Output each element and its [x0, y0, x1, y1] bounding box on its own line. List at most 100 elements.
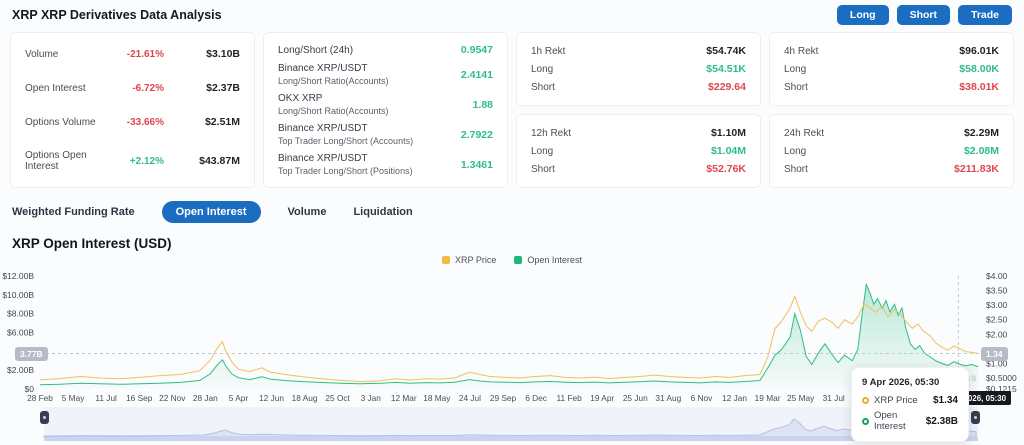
- rekt-card-12h: 12h Rekt $1.10M Long $1.04M Short $52.76K: [516, 114, 761, 188]
- rekt-short-label: Short: [784, 81, 808, 93]
- svg-text:$2.00B: $2.00B: [7, 365, 34, 375]
- rekt-short-value: $38.01K: [959, 81, 999, 93]
- svg-text:18 Aug: 18 Aug: [292, 393, 318, 403]
- legend-item-open-interest[interactable]: Open Interest: [514, 255, 582, 265]
- rekt-short-label: Short: [531, 163, 555, 175]
- rekt-total: $1.10M: [710, 127, 746, 139]
- header: XRP XRP Derivatives Data Analysis Long S…: [0, 0, 1024, 30]
- short-button[interactable]: Short: [896, 5, 950, 25]
- svg-text:12 Jan: 12 Jan: [722, 393, 747, 403]
- rekt-title: 12h Rekt: [531, 127, 572, 139]
- tab-open-interest[interactable]: Open Interest: [161, 201, 261, 223]
- tooltip-series-value: $1.34: [932, 395, 958, 406]
- ratio-sublabel: Long/Short Ratio(Accounts): [278, 106, 389, 116]
- svg-text:22 Nov: 22 Nov: [159, 393, 186, 403]
- svg-text:25 May: 25 May: [787, 393, 815, 403]
- legend-item-xrp-price[interactable]: XRP Price: [442, 255, 496, 265]
- ratio-label: Long/Short (24h): [278, 44, 354, 56]
- tooltip-series-name: XRP Price: [874, 395, 918, 406]
- ratio-value: 0.9547: [460, 44, 493, 56]
- rekt-total: $96.01K: [959, 45, 999, 57]
- ratio-label: Binance XRP/USDT: [278, 63, 368, 74]
- tooltip-series-value: $2.38B: [925, 415, 958, 427]
- svg-text:5 Apr: 5 Apr: [229, 393, 249, 403]
- rekt-total: $54.74K: [706, 45, 746, 57]
- tab-weighted-funding-rate[interactable]: Weighted Funding Rate: [12, 206, 135, 218]
- stat-pct: -6.72%: [132, 82, 164, 94]
- tab-liquidation[interactable]: Liquidation: [353, 206, 412, 218]
- rekt-title: 1h Rekt: [531, 45, 566, 57]
- trade-button[interactable]: Trade: [957, 5, 1012, 25]
- tooltip-series-name: Open Interest: [874, 410, 906, 432]
- price-dot-icon: [862, 397, 869, 404]
- stat-value: $2.37B: [206, 82, 240, 94]
- legend-swatch-price: [442, 256, 451, 264]
- legend-label: Open Interest: [527, 255, 582, 265]
- svg-text:6 Nov: 6 Nov: [691, 393, 714, 403]
- ratio-label: Binance XRP/USDT: [278, 123, 368, 134]
- svg-text:11 Jul: 11 Jul: [95, 393, 117, 403]
- svg-text:12 Mar: 12 Mar: [391, 393, 417, 403]
- brush-handle-right[interactable]: [971, 411, 980, 424]
- rekt-total: $2.29M: [963, 127, 999, 139]
- svg-text:19 Apr: 19 Apr: [590, 393, 614, 403]
- svg-text:18 May: 18 May: [423, 393, 451, 403]
- stat-label: Options Open Interest: [25, 150, 87, 172]
- tooltip-row-open-interest: Open Interest $2.38B: [862, 410, 958, 432]
- svg-text:$10.00B: $10.00B: [2, 290, 34, 300]
- rekt-long-label: Long: [531, 145, 554, 157]
- page-title: XRP XRP Derivatives Data Analysis: [12, 8, 222, 22]
- rekt-long-value: $54.51K: [706, 63, 746, 75]
- svg-text:25 Oct: 25 Oct: [325, 393, 350, 403]
- long-button[interactable]: Long: [836, 5, 889, 25]
- svg-text:$6.00B: $6.00B: [7, 328, 34, 338]
- tab-volume[interactable]: Volume: [288, 206, 327, 218]
- stat-value: $2.51M: [204, 116, 240, 128]
- chart-tooltip: 9 Apr 2026, 05:30 XRP Price $1.34 Open I…: [851, 367, 969, 442]
- ratio-value: 2.7922: [460, 128, 493, 141]
- svg-text:$2.00: $2.00: [986, 329, 1008, 339]
- stat-pct: -21.61%: [126, 48, 164, 60]
- stat-row-options-open-interest: Options Open Interest +2.12% $43.87M: [25, 150, 240, 172]
- rekt-short-label: Short: [784, 163, 808, 175]
- svg-text:11 Feb: 11 Feb: [557, 393, 583, 403]
- svg-text:$3.00: $3.00: [986, 300, 1008, 310]
- stat-row-open-interest: Open Interest -6.72% $2.37B: [25, 82, 240, 94]
- svg-text:16 Sep: 16 Sep: [126, 393, 153, 403]
- svg-text:$2.50: $2.50: [986, 315, 1008, 325]
- svg-text:25 Jun: 25 Jun: [623, 393, 648, 403]
- stat-row-options-volume: Options Volume -33.66% $2.51M: [25, 116, 240, 128]
- chart-legend: XRP Price Open Interest: [0, 255, 1024, 265]
- svg-text:31 Aug: 31 Aug: [655, 393, 681, 403]
- ratio-value: 1.3461: [460, 158, 493, 171]
- legend-swatch-oi: [514, 256, 523, 264]
- stat-row-volume: Volume -21.61% $3.10B: [25, 48, 240, 60]
- ratio-sublabel: Top Trader Long/Short (Positions): [278, 166, 413, 176]
- svg-text:$3.50: $3.50: [986, 286, 1008, 296]
- ratio-sublabel: Long/Short Ratio(Accounts): [278, 76, 389, 86]
- rekt-card-4h: 4h Rekt $96.01K Long $58.00K Short $38.01K: [769, 32, 1014, 106]
- stat-label: Options Volume: [25, 116, 96, 128]
- stats-panels: Volume -21.61% $3.10B Open Interest -6.7…: [10, 32, 1014, 188]
- svg-text:5 May: 5 May: [62, 393, 85, 403]
- rekt-long-label: Long: [784, 63, 807, 75]
- svg-text:12 Jun: 12 Jun: [259, 393, 284, 403]
- brush-handle-left[interactable]: [40, 411, 49, 424]
- rekt-card-24h: 24h Rekt $2.29M Long $2.08M Short $211.83K: [769, 114, 1014, 188]
- svg-text:28 Feb: 28 Feb: [27, 393, 53, 403]
- ratio-value: 1.88: [472, 98, 493, 111]
- rekt-long-label: Long: [531, 63, 554, 75]
- svg-text:19 Mar: 19 Mar: [755, 393, 781, 403]
- svg-text:24 Jul: 24 Jul: [459, 393, 481, 403]
- chart-area: XRP Price Open Interest $12.00B $10.00B $8…: [0, 250, 1024, 445]
- rekt-long-value: $2.08M: [963, 145, 999, 157]
- stat-label: Open Interest: [25, 82, 86, 94]
- ratio-row: Binance XRP/USDT Top Trader Long/Short (…: [278, 123, 493, 146]
- rekt-title: 4h Rekt: [784, 45, 819, 57]
- stat-value: $3.10B: [206, 48, 240, 60]
- rekt-column-2: 4h Rekt $96.01K Long $58.00K Short $38.01K …: [769, 32, 1014, 188]
- svg-text:28 Jan: 28 Jan: [193, 393, 218, 403]
- rekt-short-label: Short: [531, 81, 555, 93]
- rekt-long-label: Long: [784, 145, 807, 157]
- rekt-short-value: $211.83K: [954, 163, 999, 175]
